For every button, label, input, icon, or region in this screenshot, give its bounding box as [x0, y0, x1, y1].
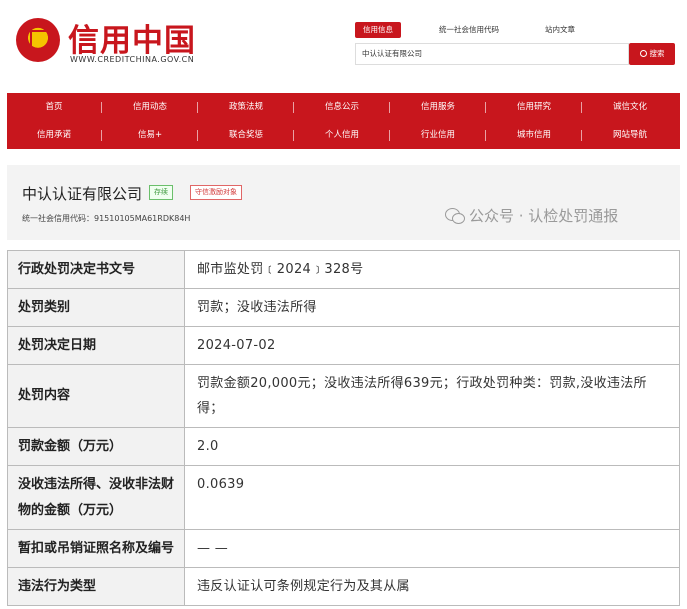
- table-row: 违法行为类型 违反认证认可条例规定行为及其从属: [7, 567, 680, 606]
- row-label: 行政处罚决定书文号: [7, 250, 185, 289]
- nav-divider: [101, 102, 102, 113]
- wechat-watermark: 公众号 · 认检处罚通报: [445, 205, 618, 226]
- nav-item-home[interactable]: 首页: [7, 93, 101, 121]
- nav-divider: [293, 102, 294, 113]
- table-row: 处罚决定日期 2024-07-02: [7, 326, 680, 365]
- nav-item-credit-research[interactable]: 信用研究: [487, 93, 581, 121]
- nav-item-credit-news[interactable]: 信用动态: [103, 93, 197, 121]
- row-value: 违反认证认可条例规定行为及其从属: [184, 567, 680, 606]
- row-label: 没收违法所得、没收非法财物的金额（万元）: [7, 465, 185, 530]
- nav-item-info-disclosure[interactable]: 信息公示: [295, 93, 389, 121]
- search-icon: [639, 50, 647, 57]
- row-label: 处罚内容: [7, 364, 185, 428]
- nav-divider: [581, 102, 582, 113]
- nav-divider: [197, 102, 198, 113]
- table-row: 行政处罚决定书文号 邮市监处罚﹝2024﹞328号: [7, 250, 680, 289]
- national-emblem-logo[interactable]: [16, 18, 60, 62]
- nav-divider: [389, 130, 390, 141]
- search-button[interactable]: 搜索: [629, 43, 675, 65]
- incentive-badge: 守信激励对象: [190, 185, 242, 200]
- penalty-table: 行政处罚决定书文号 邮市监处罚﹝2024﹞328号 处罚类别 罚款；没收违法所得…: [7, 250, 680, 606]
- row-label: 暂扣或吊销证照名称及编号: [7, 529, 185, 568]
- nav-item-joint-reward-punishment[interactable]: 联合奖惩: [199, 121, 293, 149]
- nav-divider: [485, 102, 486, 113]
- site-header: 信用中国 WWW.CREDITCHINA.GOV.CN 信用信息 统一社会信用代…: [0, 0, 687, 92]
- row-value: 2.0: [184, 427, 680, 466]
- site-url: WWW.CREDITCHINA.GOV.CN: [70, 55, 195, 64]
- main-nav: 首页 信用动态 政策法规 信息公示 信用服务 信用研究 诚信文化 信用承诺 信易…: [7, 93, 680, 149]
- nav-item-integrity-culture[interactable]: 诚信文化: [583, 93, 677, 121]
- row-label: 处罚决定日期: [7, 326, 185, 365]
- row-value: 罚款；没收违法所得: [184, 288, 680, 327]
- tab-credit-info[interactable]: 信用信息: [355, 22, 401, 38]
- nav-item-credit-commitment[interactable]: 信用承诺: [7, 121, 101, 149]
- row-value: — —: [184, 529, 680, 568]
- nav-item-city-credit[interactable]: 城市信用: [487, 121, 581, 149]
- row-value: 2024-07-02: [184, 326, 680, 365]
- company-name: 中认认证有限公司: [22, 185, 143, 203]
- credit-code: 统一社会信用代码：91510105MA61RDK84H: [22, 214, 191, 223]
- nav-item-xinyi-plus[interactable]: 信易+: [103, 121, 197, 149]
- search-button-label: 搜索: [649, 49, 665, 58]
- nav-divider: [485, 130, 486, 141]
- row-label: 违法行为类型: [7, 567, 185, 606]
- nav-item-personal-credit[interactable]: 个人信用: [295, 121, 389, 149]
- site-logo-text[interactable]: 信用中国: [68, 15, 196, 60]
- nav-divider: [389, 102, 390, 113]
- tab-credit-code[interactable]: 统一社会信用代码: [439, 22, 499, 38]
- table-row: 没收违法所得、没收非法财物的金额（万元） 0.0639: [7, 465, 680, 530]
- row-label: 罚款金额（万元）: [7, 427, 185, 466]
- nav-divider: [197, 130, 198, 141]
- nav-row-1: 首页 信用动态 政策法规 信息公示 信用服务 信用研究 诚信文化: [7, 93, 680, 121]
- row-value: 0.0639: [184, 465, 680, 530]
- row-label: 处罚类别: [7, 288, 185, 327]
- nav-divider: [581, 130, 582, 141]
- nav-row-2: 信用承诺 信易+ 联合奖惩 个人信用 行业信用 城市信用 网站导航: [7, 121, 680, 149]
- wechat-icon: [445, 208, 465, 224]
- nav-divider: [293, 130, 294, 141]
- table-row: 暂扣或吊销证照名称及编号 — —: [7, 529, 680, 568]
- table-row: 处罚类别 罚款；没收违法所得: [7, 288, 680, 327]
- nav-item-site-map[interactable]: 网站导航: [583, 121, 677, 149]
- row-value: 罚款金额20,000元；没收违法所得639元；行政处罚种类：罚款,没收违法所得；: [184, 364, 680, 428]
- table-row: 处罚内容 罚款金额20,000元；没收违法所得639元；行政处罚种类：罚款,没收…: [7, 364, 680, 428]
- nav-item-credit-service[interactable]: 信用服务: [391, 93, 485, 121]
- watermark-text: 公众号 · 认检处罚通报: [469, 207, 619, 225]
- nav-divider: [101, 130, 102, 141]
- tab-site-articles[interactable]: 站内文章: [545, 22, 575, 38]
- nav-item-industry-credit[interactable]: 行业信用: [391, 121, 485, 149]
- row-value: 邮市监处罚﹝2024﹞328号: [184, 250, 680, 289]
- table-row: 罚款金额（万元） 2.0: [7, 427, 680, 466]
- search-input[interactable]: 中认认证有限公司: [355, 43, 629, 65]
- company-card: 中认认证有限公司 存续 守信激励对象 统一社会信用代码：91510105MA61…: [7, 165, 680, 240]
- status-badge: 存续: [149, 185, 173, 200]
- nav-item-policies[interactable]: 政策法规: [199, 93, 293, 121]
